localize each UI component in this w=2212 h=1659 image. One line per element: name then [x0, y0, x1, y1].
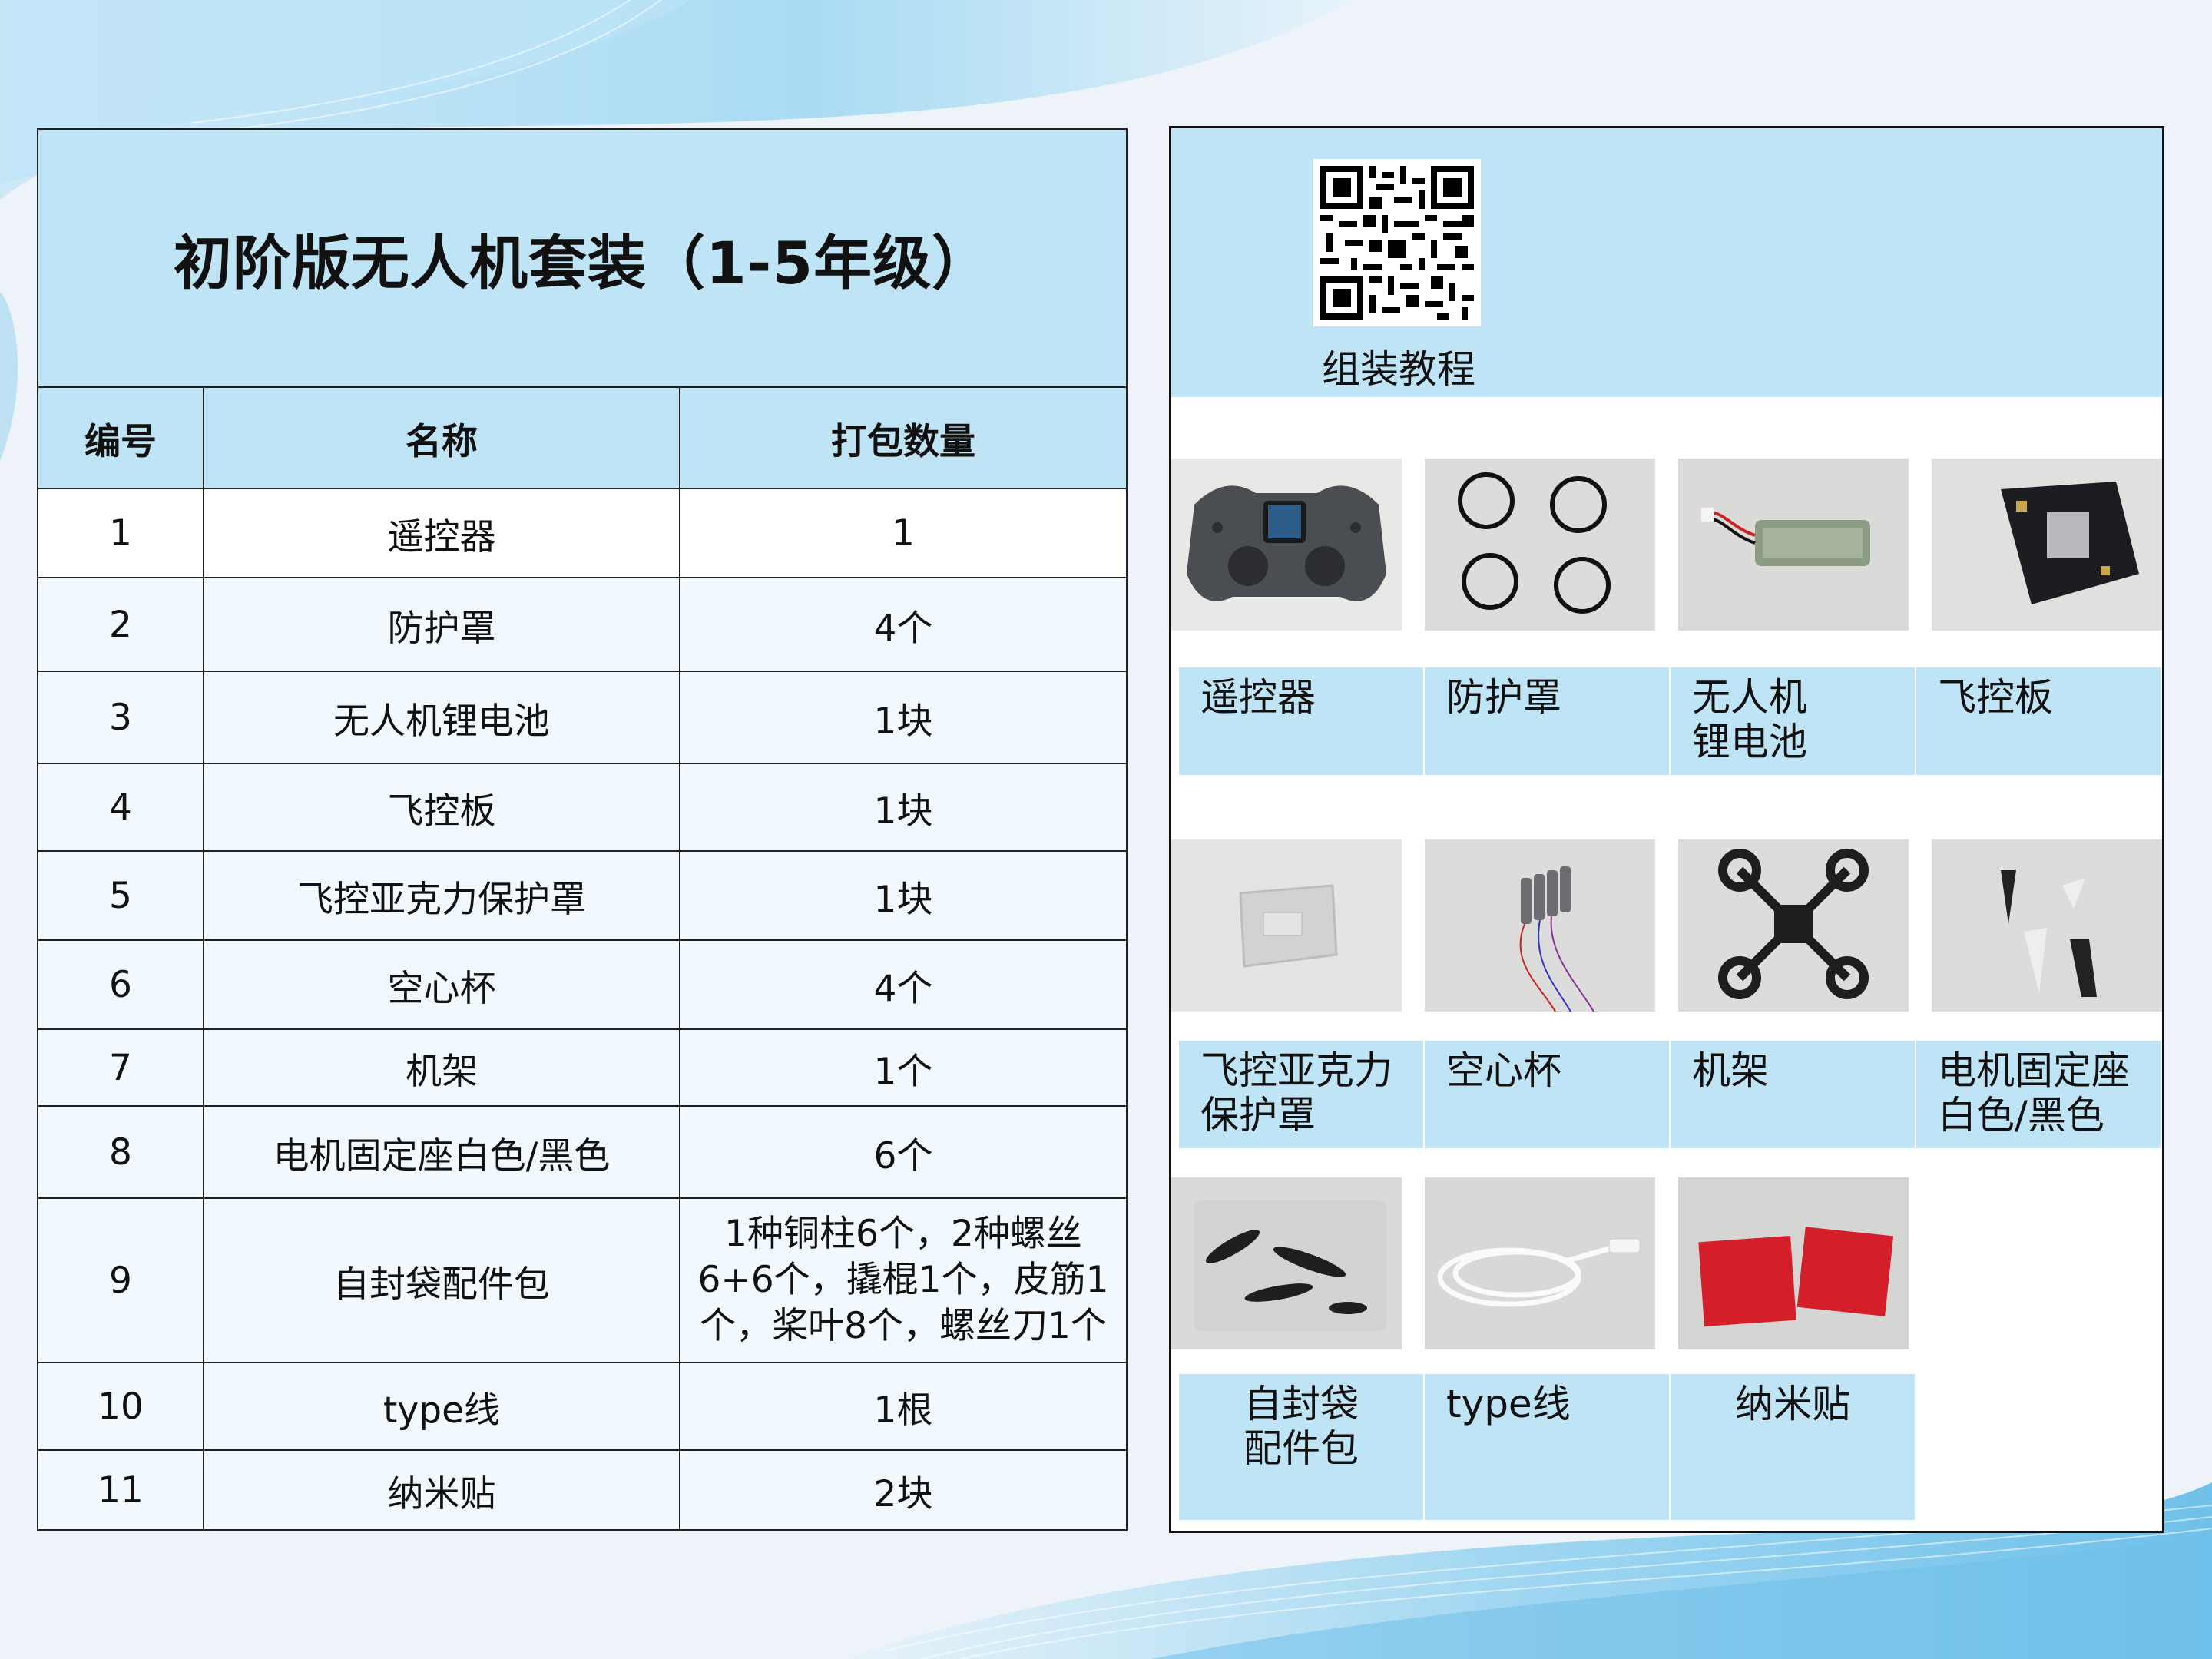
cell-name: 机架: [203, 1028, 680, 1107]
cell-number: 11: [37, 1449, 204, 1531]
item-label-nano-tape: 纳米贴: [1671, 1374, 1915, 1520]
lipo-battery-photo: [1678, 459, 1909, 631]
cell-qty: 1块: [679, 763, 1128, 852]
cell-number: 2: [37, 577, 204, 672]
cell-name: 空心杯: [203, 939, 680, 1030]
item-label-acrylic-cover: 飞控亚克力 保护罩: [1179, 1041, 1423, 1148]
header-number: 编号: [37, 386, 204, 489]
item-label-guards: 防护罩: [1425, 667, 1669, 775]
remote-controller-photo: [1171, 459, 1402, 631]
table-row: 11 纳米贴 2块: [37, 1449, 1128, 1531]
cell-name: 自封袋配件包: [203, 1197, 680, 1363]
cell-number: 9: [37, 1197, 204, 1363]
cell-number: 7: [37, 1028, 204, 1107]
qr-caption: 组装教程: [1322, 347, 1475, 392]
flight-controller-photo: [1932, 459, 2162, 631]
table-row: 5 飞控亚克力保护罩 1块: [37, 850, 1128, 941]
table-row: 1 遥控器 1: [37, 488, 1128, 578]
cell-name: 无人机锂电池: [203, 671, 680, 764]
table-row: 7 机架 1个: [37, 1028, 1128, 1107]
cell-qty: 4个: [679, 939, 1128, 1030]
item-label-usb-cable: type线: [1425, 1374, 1669, 1520]
cell-qty: 1个: [679, 1028, 1128, 1107]
item-label-flight-controller: 飞控板: [1916, 667, 2161, 775]
cell-name: 电机固定座白色/黑色: [203, 1105, 680, 1199]
cell-qty: 1种铜柱6个，2种螺丝6+6个，撬棍1个，皮筋1个，桨叶8个，螺丝刀1个: [679, 1197, 1128, 1363]
cell-name: 纳米贴: [203, 1449, 680, 1531]
motor-mounts-photo: [1932, 839, 2162, 1012]
cell-qty: 4个: [679, 577, 1128, 672]
table-row: 3 无人机锂电池 1块: [37, 671, 1128, 764]
propeller-guards-photo: [1425, 459, 1655, 631]
cell-qty: 6个: [679, 1105, 1128, 1199]
item-label-motor-mounts: 电机固定座 白色/黑色: [1916, 1041, 2161, 1148]
header-name: 名称: [203, 386, 680, 489]
accessory-bag-photo: [1171, 1177, 1402, 1349]
cell-number: 10: [37, 1362, 204, 1451]
qr-code-icon[interactable]: [1313, 159, 1481, 326]
drone-frame-photo: [1678, 839, 1909, 1012]
cell-number: 1: [37, 488, 204, 578]
table-row: 9 自封袋配件包 1种铜柱6个，2种螺丝6+6个，撬棍1个，皮筋1个，桨叶8个，…: [37, 1197, 1128, 1363]
table-title: 初阶版无人机套装（1-5年级）: [37, 128, 1128, 388]
cell-qty: 1块: [679, 850, 1128, 941]
cell-name: type线: [203, 1362, 680, 1451]
item-label-motors: 空心杯: [1425, 1041, 1669, 1148]
nano-tape-photo: [1678, 1177, 1909, 1349]
item-label-battery: 无人机 锂电池: [1671, 667, 1915, 775]
cell-name: 飞控亚克力保护罩: [203, 850, 680, 941]
parts-table: 初阶版无人机套装（1-5年级） 编号 名称 打包数量 1 遥控器 1 2 防护罩…: [37, 128, 1128, 1531]
table-row: 6 空心杯 4个: [37, 939, 1128, 1030]
cell-qty: 1根: [679, 1362, 1128, 1451]
cell-qty: 1: [679, 488, 1128, 578]
acrylic-cover-photo: [1171, 839, 1402, 1012]
cell-number: 3: [37, 671, 204, 764]
cell-name: 飞控板: [203, 763, 680, 852]
table-row: 8 电机固定座白色/黑色 6个: [37, 1105, 1128, 1199]
usb-cable-photo: [1425, 1177, 1655, 1349]
header-qty: 打包数量: [679, 386, 1128, 489]
table-row: 2 防护罩 4个: [37, 577, 1128, 672]
parts-gallery-panel: 组装教程 遥控器 防护罩 无人机 锂电池 飞控板 飞控亚克力 保护罩 空心杯 机…: [1169, 126, 2164, 1533]
cell-qty: 1块: [679, 671, 1128, 764]
cell-number: 5: [37, 850, 204, 941]
cell-name: 防护罩: [203, 577, 680, 672]
item-label-accessory-bag: 自封袋 配件包: [1179, 1374, 1423, 1520]
coreless-motors-photo: [1425, 839, 1655, 1012]
cell-number: 4: [37, 763, 204, 852]
cell-qty: 2块: [679, 1449, 1128, 1531]
table-row: 4 飞控板 1块: [37, 763, 1128, 852]
item-label-frame: 机架: [1671, 1041, 1915, 1148]
cell-name: 遥控器: [203, 488, 680, 578]
cell-number: 6: [37, 939, 204, 1030]
cell-number: 8: [37, 1105, 204, 1199]
item-label-remote: 遥控器: [1179, 667, 1423, 775]
table-row: 10 type线 1根: [37, 1362, 1128, 1451]
